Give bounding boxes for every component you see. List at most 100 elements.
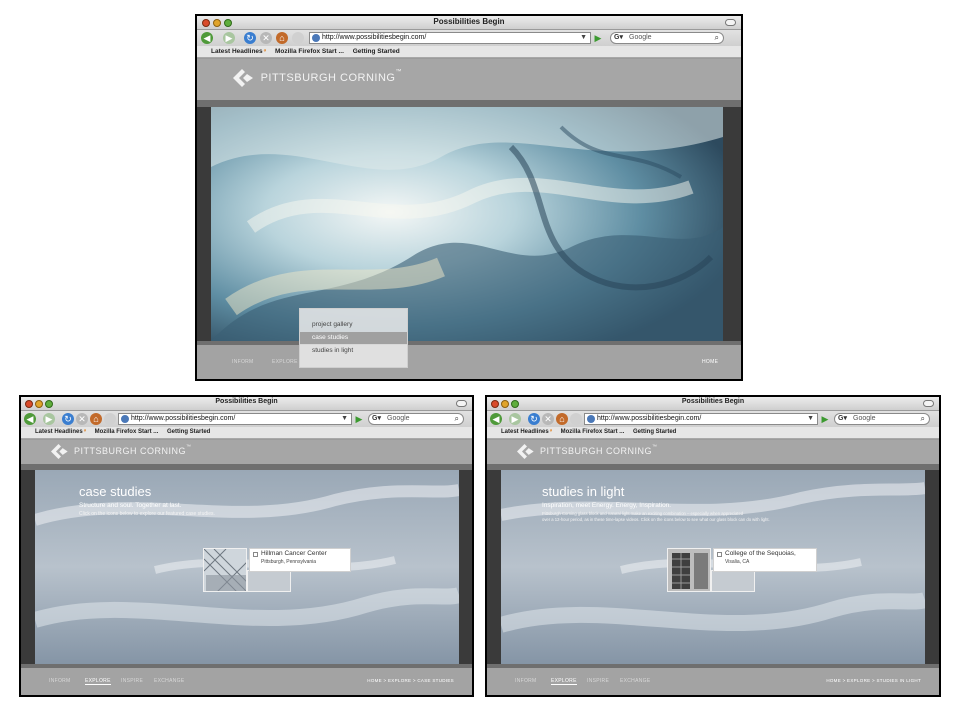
site-header: PITTSBURGH CORNING™: [487, 440, 939, 464]
toolbar-toggle-button[interactable]: [456, 400, 467, 407]
back-arrow-icon[interactable]: ◀: [24, 413, 36, 425]
bookmark-firefox-start[interactable]: Mozilla Firefox Start ...: [561, 429, 625, 435]
explore-dropdown-menu: project gallery case studies studies in …: [299, 308, 408, 368]
nav-explore[interactable]: EXPLORE: [272, 359, 298, 365]
hero-stage: [197, 107, 741, 341]
bookmark-latest-headlines[interactable]: Latest Headlinesᵊ: [204, 48, 266, 55]
stop-icon[interactable]: ✕: [260, 32, 272, 44]
site-footer: INFORM EXPLORE INSPIRE EXCHANGE HOME > E…: [21, 668, 472, 695]
bookmark-getting-started[interactable]: Getting Started: [167, 429, 210, 435]
nav-inform[interactable]: INFORM: [232, 359, 254, 365]
logo-mark-icon: [51, 444, 71, 459]
nav-inspire[interactable]: INSPIRE: [587, 678, 609, 684]
nav-exchange[interactable]: EXCHANGE: [620, 678, 650, 684]
url-dropdown-icon[interactable]: ▼: [341, 414, 348, 424]
nav-home[interactable]: HOME: [702, 359, 718, 365]
menu-item-project-gallery[interactable]: project gallery: [300, 319, 407, 331]
pittsburgh-corning-logo[interactable]: PITTSBURGH CORNING™: [517, 444, 658, 459]
search-input[interactable]: G▾ Google ⌕: [368, 413, 464, 425]
nav-explore[interactable]: EXPLORE: [85, 678, 111, 685]
nav-inform[interactable]: INFORM: [515, 678, 537, 684]
logo-tm: ™: [395, 69, 402, 75]
study-thumbnail[interactable]: [667, 548, 711, 592]
pittsburgh-corning-logo[interactable]: PITTSBURGH CORNING™: [233, 69, 402, 87]
forward-arrow-icon[interactable]: ▶: [43, 413, 55, 425]
go-arrow-icon[interactable]: ▶: [593, 33, 603, 43]
search-magnifier-icon[interactable]: ⌕: [921, 414, 925, 424]
nav-exchange[interactable]: EXCHANGE: [154, 678, 184, 684]
header-band: [197, 100, 741, 107]
menu-item-case-studies[interactable]: case studies: [300, 332, 407, 344]
toolbar-toggle-button[interactable]: [923, 400, 934, 407]
pittsburgh-corning-logo[interactable]: PITTSBURGH CORNING™: [51, 444, 192, 459]
site-globe-icon: [587, 415, 595, 423]
bookmark-getting-started[interactable]: Getting Started: [353, 48, 400, 55]
rss-icon: ᵊ: [549, 429, 552, 435]
bookmark-icon[interactable]: [104, 413, 116, 425]
google-engine-icon[interactable]: G▾: [614, 33, 623, 43]
search-magnifier-icon[interactable]: ⌕: [455, 414, 459, 424]
case-study-card[interactable]: Hillman Cancer Center Pittsburgh, Pennsy…: [249, 548, 351, 572]
study-card-title: College of the Sequoias,: [725, 550, 796, 557]
logo-mark-icon: [517, 444, 537, 459]
url-dropdown-icon[interactable]: ▼: [580, 33, 587, 43]
section-description: Click on the icons below to explore our …: [79, 511, 215, 517]
reload-icon[interactable]: ↻: [528, 413, 540, 425]
back-arrow-icon[interactable]: ◀: [201, 32, 213, 44]
nav-inform[interactable]: INFORM: [49, 678, 71, 684]
bookmark-latest-headlines[interactable]: Latest Headlinesᵊ: [494, 429, 552, 435]
menu-item-studies-in-light[interactable]: studies in light: [300, 345, 407, 357]
address-bar[interactable]: http://www.possibilitiesbegin.com/ ▼: [118, 413, 352, 425]
window-titlebar: Possibilities Begin: [197, 16, 741, 30]
address-bar[interactable]: http://www.possibilitiesbegin.com/ ▼: [309, 32, 591, 44]
expand-icon: [253, 552, 258, 557]
bookmark-firefox-start[interactable]: Mozilla Firefox Start ...: [275, 48, 344, 55]
reload-icon[interactable]: ↻: [62, 413, 74, 425]
case-study-card-title: Hillman Cancer Center: [261, 550, 327, 557]
screenshot-case-studies: Possibilities Begin ◀ ▶ ↻ ✕ ⌂ http://www…: [19, 395, 474, 697]
section-title: case studies: [79, 484, 152, 499]
address-bar-url: http://www.possibilitiesbegin.com/: [131, 415, 236, 422]
google-engine-icon[interactable]: G▾: [838, 414, 847, 424]
window-titlebar: Possibilities Begin: [487, 397, 939, 411]
site-globe-icon: [121, 415, 129, 423]
home-icon[interactable]: ⌂: [90, 413, 102, 425]
bookmark-icon[interactable]: [570, 413, 582, 425]
toolbar-toggle-button[interactable]: [725, 19, 736, 26]
search-placeholder: Google: [387, 415, 410, 422]
url-dropdown-icon[interactable]: ▼: [807, 414, 814, 424]
go-arrow-icon[interactable]: ▶: [820, 414, 830, 424]
reload-icon[interactable]: ↻: [244, 32, 256, 44]
search-input[interactable]: G▾ Google ⌕: [610, 32, 724, 44]
bookmark-getting-started[interactable]: Getting Started: [633, 429, 676, 435]
case-study-thumbnail-secondary[interactable]: [247, 570, 291, 592]
study-card[interactable]: College of the Sequoias, Visalia, CA: [713, 548, 817, 572]
rss-icon: ᵊ: [263, 48, 267, 55]
search-magnifier-icon[interactable]: ⌕: [715, 33, 719, 43]
nav-inspire[interactable]: INSPIRE: [121, 678, 143, 684]
bookmark-firefox-start[interactable]: Mozilla Firefox Start ...: [95, 429, 159, 435]
window-title: Possibilities Begin: [215, 398, 278, 405]
case-study-thumbnail[interactable]: [203, 548, 247, 592]
site-globe-icon: [312, 34, 320, 42]
address-bar-url: http://www.possibilitiesbegin.com/: [322, 34, 427, 41]
forward-arrow-icon[interactable]: ▶: [509, 413, 521, 425]
bookmarks-toolbar: Latest Headlinesᵊ Mozilla Firefox Start …: [487, 427, 939, 439]
address-bar[interactable]: http://www.possibilitiesbegin.com/ ▼: [584, 413, 818, 425]
forward-arrow-icon[interactable]: ▶: [223, 32, 235, 44]
home-icon[interactable]: ⌂: [276, 32, 288, 44]
section-description-line-2: over a 12-hour period, as in these time-…: [542, 517, 770, 522]
search-input[interactable]: G▾ Google ⌕: [834, 413, 930, 425]
stop-icon[interactable]: ✕: [76, 413, 88, 425]
bookmark-latest-headlines[interactable]: Latest Headlinesᵊ: [28, 429, 86, 435]
home-icon[interactable]: ⌂: [556, 413, 568, 425]
google-engine-icon[interactable]: G▾: [372, 414, 381, 424]
back-arrow-icon[interactable]: ◀: [490, 413, 502, 425]
go-arrow-icon[interactable]: ▶: [354, 414, 364, 424]
study-card-location: Visalia, CA: [725, 559, 750, 565]
breadcrumb: HOME > EXPLORE > STUDIES IN LIGHT: [826, 678, 921, 683]
study-thumbnail-secondary[interactable]: [711, 570, 755, 592]
nav-explore[interactable]: EXPLORE: [551, 678, 577, 685]
bookmark-icon[interactable]: [292, 32, 304, 44]
stop-icon[interactable]: ✕: [542, 413, 554, 425]
